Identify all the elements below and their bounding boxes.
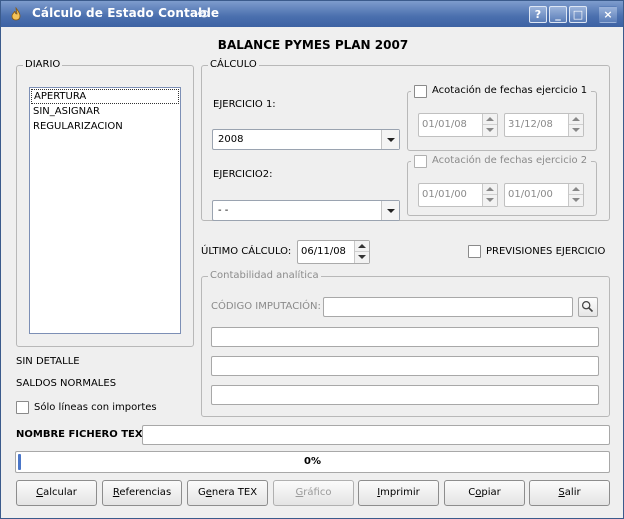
acotacion1-label: Acotación de fechas ejercicio 1 [432,85,588,96]
acotacion2-header: Acotación de fechas ejercicio 2 [411,154,591,168]
grafico-label: ráfico [303,487,332,498]
chevron-down-icon[interactable] [381,130,399,149]
previsiones-checkbox[interactable] [468,245,481,258]
spin-up-icon[interactable] [483,114,497,125]
copiar-button[interactable]: Copiar [444,480,525,506]
spin-buttons [568,114,583,136]
ejercicio1-date-to-value: 31/12/08 [508,119,553,130]
grafico-button[interactable]: Gráfico [273,480,354,506]
ejercicio2-date-to-value: 01/01/00 [508,189,553,200]
ejercicio2-date-to[interactable]: 01/01/00 [504,183,584,207]
spin-up-icon[interactable] [569,184,583,195]
nombre-fichero-label: NOMBRE FICHERO TEX: [16,429,147,440]
window-swirl-icon [197,9,209,18]
ultimo-calculo-value: 06/11/08 [301,246,346,257]
codigo-imputacion-label: CÓDIGO IMPUTACIÓN: [211,301,321,312]
diario-group-label: DIARIO [23,59,63,70]
salir-label: alir [564,487,581,498]
ejercicio2-value: - - [218,205,229,216]
spin-buttons [482,184,497,206]
spin-buttons [568,184,583,206]
imprimir-label: mprimir [380,487,420,498]
list-item[interactable]: SIN_ASIGNAR [30,104,180,119]
nombre-fichero-input[interactable] [142,425,610,445]
solo-lineas-label: Sólo líneas con importes [34,402,157,413]
calcular-button[interactable]: Calcular [16,480,97,506]
ejercicio1-label: EJERCICIO 1: [213,99,276,110]
ejercicio2-date-from[interactable]: 01/01/00 [418,183,498,207]
search-icon [581,300,594,313]
spin-down-icon[interactable] [483,125,497,136]
minimize-button[interactable]: _ [549,6,567,23]
app-flame-icon [11,7,21,21]
ejercicio2-date-from-value: 01/01/00 [422,189,467,200]
list-item[interactable]: REGULARIZACION [30,119,180,134]
help-button[interactable]: ? [529,6,547,23]
spin-buttons [482,114,497,136]
calcular-label: alcular [43,487,77,498]
analitica-field-2[interactable] [211,356,599,376]
ejercicio2-select[interactable]: - - [212,200,400,221]
saldos-normales-label: SALDOS NORMALES [16,378,117,389]
salir-button[interactable]: Salir [529,480,610,506]
acotacion2-checkbox[interactable] [414,155,427,168]
analitica-field-1[interactable] [211,327,599,347]
diario-listbox[interactable]: APERTURA SIN_ASIGNAR REGULARIZACION [29,87,181,334]
spin-down-icon[interactable] [355,252,369,263]
codigo-imputacion-input[interactable] [323,297,573,317]
maximize-button[interactable]: □ [569,6,587,23]
spin-buttons [354,241,369,263]
search-button[interactable] [578,297,598,317]
previsiones-label: PREVISIONES EJERCICIO [486,246,606,257]
genera-tex-button[interactable]: Genera TEX [187,480,268,506]
ejercicio1-select[interactable]: 2008 [212,129,400,150]
acotacion2-label: Acotación de fechas ejercicio 2 [432,155,588,166]
ejercicio1-date-from[interactable]: 01/01/08 [418,113,498,137]
progress-bar: 0% [15,451,610,473]
chevron-down-icon[interactable] [381,201,399,220]
ultimo-calculo-spinbox[interactable]: 06/11/08 [297,240,370,264]
copiar-label: piar [481,487,501,498]
spin-down-icon[interactable] [569,195,583,206]
close-button[interactable]: × [599,6,617,23]
progress-text: 0% [304,456,321,467]
acotacion1-header: Acotación de fechas ejercicio 1 [411,84,591,98]
title-bar[interactable]: Cálculo de Estado Contable ? _ □ × [1,1,623,27]
referencias-label: eferencias [119,487,172,498]
ejercicio1-value: 2008 [218,134,244,145]
sin-detalle-label: SIN DETALLE [16,356,80,367]
ultimo-calculo-label: ÚLTIMO CÁLCULO: [201,246,292,257]
main-window: Cálculo de Estado Contable ? _ □ × BALAN… [0,0,624,519]
ejercicio1-date-from-value: 01/01/08 [422,119,467,130]
calculo-group-label: CÁLCULO [208,59,259,70]
spin-up-icon[interactable] [569,114,583,125]
spin-down-icon[interactable] [569,125,583,136]
genera-tex-label: nera TEX [211,487,258,498]
solo-lineas-checkbox[interactable] [16,401,29,414]
spin-up-icon[interactable] [355,241,369,252]
acotacion1-checkbox[interactable] [414,85,427,98]
window-title: Cálculo de Estado Contable [32,6,220,20]
referencias-button[interactable]: Referencias [102,480,182,506]
analitica-group-label: Contabilidad analítica [208,270,321,281]
spin-up-icon[interactable] [483,184,497,195]
ejercicio1-date-to[interactable]: 31/12/08 [504,113,584,137]
genera-tex-prefix: G [197,487,206,498]
ejercicio2-label: EJERCICIO2: [213,169,273,180]
page-title: BALANCE PYMES PLAN 2007 [217,38,409,52]
list-item[interactable]: APERTURA [31,89,179,104]
analitica-field-3[interactable] [211,385,599,405]
spin-down-icon[interactable] [483,195,497,206]
imprimir-button[interactable]: Imprimir [358,480,439,506]
